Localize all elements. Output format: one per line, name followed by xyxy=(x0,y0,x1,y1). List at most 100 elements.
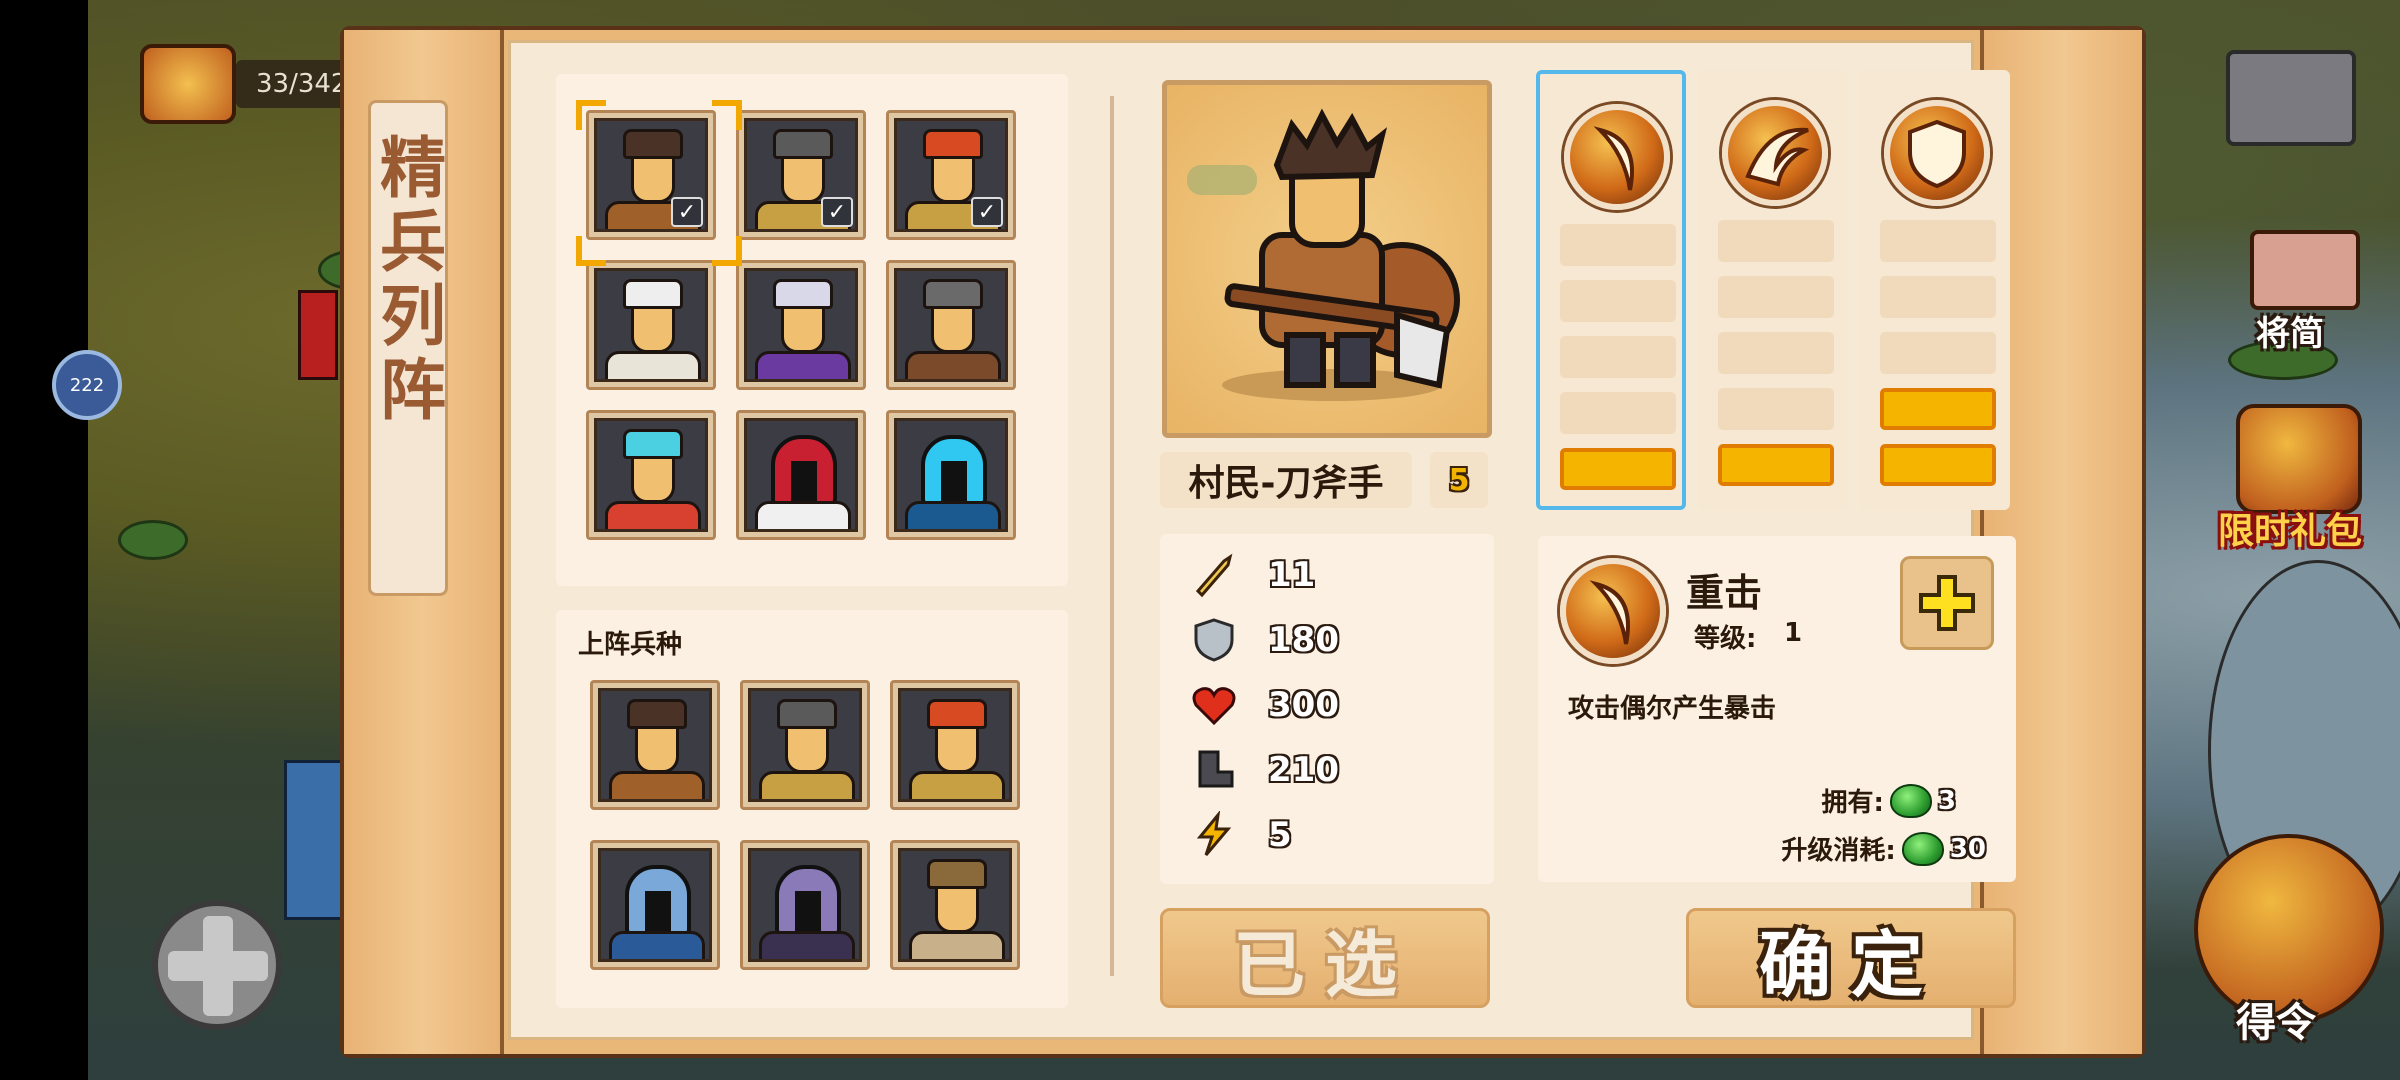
deployed-unit-card[interactable] xyxy=(740,680,870,810)
slash-icon xyxy=(1560,558,1666,664)
skill-slot-empty xyxy=(1880,220,1996,262)
skill-slot-empty xyxy=(1560,280,1676,322)
deployed-unit-card[interactable] xyxy=(590,680,720,810)
skill-slot-filled xyxy=(1718,444,1834,486)
villager-axeman-portrait-icon xyxy=(598,688,712,802)
checkmark-icon: ✓ xyxy=(971,197,1003,227)
stat-value: 5 xyxy=(1268,815,1292,855)
side-menu-label[interactable]: 将简 xyxy=(2256,306,2324,355)
game-screen: 33/342 222 将简 限时礼包 得令 精兵列阵 ✓ ✓ ✓ 上阵兵种 村民… xyxy=(0,0,2400,1080)
stat-row: 180 xyxy=(1190,615,1470,665)
red-knight-portrait-icon xyxy=(744,418,858,532)
flame-claw-icon[interactable] xyxy=(1722,100,1828,206)
skill-slot-filled xyxy=(1880,388,1996,430)
stat-row: 5 xyxy=(1190,810,1470,860)
dpad-control[interactable] xyxy=(152,900,282,1030)
skill-slot-empty xyxy=(1880,332,1996,374)
sword-icon xyxy=(1190,551,1238,599)
shield-icon xyxy=(1190,616,1238,664)
skill-description: 攻击偶尔产生暴击 xyxy=(1568,694,1777,724)
mail-icon[interactable] xyxy=(2226,50,2356,146)
villager-warrior-portrait-icon xyxy=(898,688,1012,802)
deployed-label: 上阵兵种 xyxy=(578,630,683,660)
blue-armored-knight-portrait-icon xyxy=(598,848,712,962)
water-dragon-portrait-icon xyxy=(594,418,708,532)
upgrade-button[interactable] xyxy=(1900,556,1994,650)
owned-label: 拥有: xyxy=(1821,788,1884,818)
skill-slot-empty xyxy=(1880,276,1996,318)
banner xyxy=(298,290,338,380)
slash-icon[interactable] xyxy=(1564,104,1670,210)
roster-unit-card[interactable] xyxy=(736,410,866,540)
tree xyxy=(118,520,188,560)
owned-value: 3 xyxy=(1937,785,1956,816)
skill-name: 重击 xyxy=(1686,571,1763,615)
skill-slot-empty xyxy=(1560,392,1676,434)
stat-row: 210 xyxy=(1190,745,1470,795)
stat-value: 210 xyxy=(1268,750,1339,790)
dpad-horizontal xyxy=(168,951,268,981)
selection-frame xyxy=(576,100,742,266)
selected-button[interactable]: 已选 xyxy=(1160,908,1490,1008)
lightning-icon xyxy=(1190,811,1238,859)
unit-portrait xyxy=(1162,80,1492,438)
roster-unit-card[interactable] xyxy=(586,410,716,540)
skill-slot-empty xyxy=(1560,336,1676,378)
dark-knight-portrait-icon xyxy=(748,848,862,962)
villager-spearman-portrait-icon: ✓ xyxy=(744,118,858,232)
deployed-unit-card[interactable] xyxy=(890,840,1020,970)
unit-name: 村民-刀斧手 xyxy=(1160,452,1412,508)
panel-title: 精兵列阵 xyxy=(369,133,447,429)
floating-badge[interactable]: 222 xyxy=(52,350,122,420)
upgrade-cost-label: 升级消耗: xyxy=(1781,836,1896,866)
unit-level-badge: 5 xyxy=(1430,452,1488,508)
gift-bag-icon[interactable] xyxy=(2236,404,2362,514)
deployed-unit-card[interactable] xyxy=(590,840,720,970)
side-menu-label[interactable]: 得令 xyxy=(2236,990,2316,1048)
plus-icon xyxy=(1919,575,1975,631)
mage-portrait-icon xyxy=(744,268,858,382)
blue-knight-portrait-icon xyxy=(894,418,1008,532)
skill-level-label: 等级: xyxy=(1694,624,1757,654)
skill-slot-empty xyxy=(1560,224,1676,266)
deployed-grid xyxy=(590,680,1040,980)
skill-level-value: 1 xyxy=(1784,618,1803,648)
roster-unit-card[interactable] xyxy=(886,260,1016,390)
roster-unit-card[interactable] xyxy=(736,260,866,390)
stat-value: 300 xyxy=(1268,685,1339,725)
heart-icon xyxy=(1190,681,1238,729)
griffin-portrait-icon xyxy=(898,848,1012,962)
skill-column[interactable] xyxy=(1860,70,2010,510)
skill-slot-empty xyxy=(1718,388,1834,430)
resource-counter: 33/342 xyxy=(236,60,356,108)
skill-info-pane: 重击 等级: 1 攻击偶尔产生暴击 拥有: 3 升级消耗: 30 xyxy=(1538,536,2016,882)
panel-divider xyxy=(1110,96,1114,976)
stat-value: 180 xyxy=(1268,620,1339,660)
side-menu-label[interactable]: 限时礼包 xyxy=(2218,502,2362,554)
skill-column[interactable] xyxy=(1536,70,1686,510)
confirm-button[interactable]: 确定 xyxy=(1686,908,2016,1008)
panel-title-box: 精兵列阵 xyxy=(368,100,448,596)
upgrade-cost-value: 30 xyxy=(1949,833,1986,864)
upgrade-cost-row: 升级消耗: 30 xyxy=(1781,830,1986,867)
deployed-unit-card[interactable] xyxy=(740,840,870,970)
stat-row: 11 xyxy=(1190,550,1470,600)
skill-slot-filled xyxy=(1880,444,1996,486)
roster-unit-card[interactable]: ✓ xyxy=(736,110,866,240)
token-icon[interactable] xyxy=(140,44,236,124)
deployed-unit-card[interactable] xyxy=(890,680,1020,810)
skill-column[interactable] xyxy=(1698,70,1848,510)
skill-slot-empty xyxy=(1718,332,1834,374)
stat-row: 300 xyxy=(1190,680,1470,730)
boot-icon xyxy=(1190,746,1238,794)
chariot-portrait-icon xyxy=(894,268,1008,382)
book-icon[interactable] xyxy=(2250,230,2360,310)
shield-crest-icon[interactable] xyxy=(1884,100,1990,206)
roster-unit-card[interactable] xyxy=(586,260,716,390)
monk-portrait-icon xyxy=(594,268,708,382)
roster-unit-card[interactable]: ✓ xyxy=(886,110,1016,240)
owned-row: 拥有: 3 xyxy=(1821,782,1956,819)
axeman-figure xyxy=(1187,108,1460,401)
checkmark-icon: ✓ xyxy=(821,197,853,227)
roster-unit-card[interactable] xyxy=(886,410,1016,540)
